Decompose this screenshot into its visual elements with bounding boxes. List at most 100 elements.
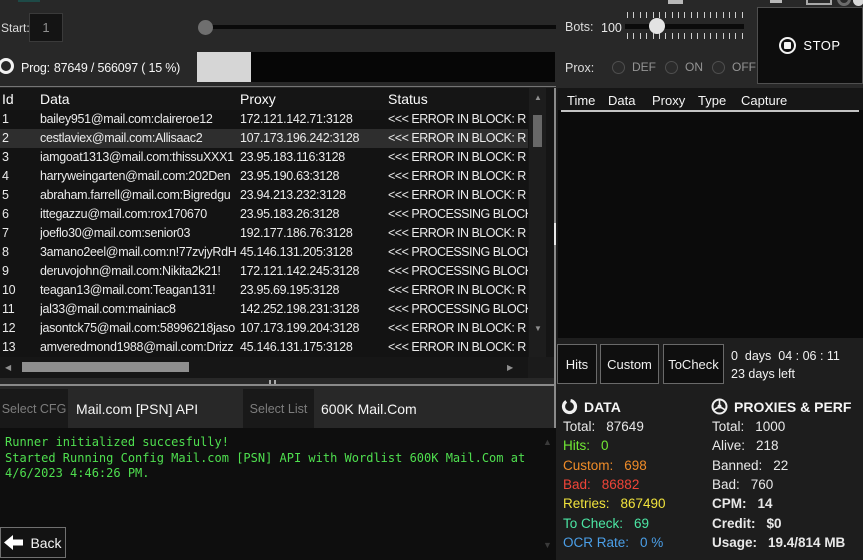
stat-label: Custom: [563,457,614,473]
data-icon [561,398,578,415]
stat-value: 19.4/814 MB [768,534,846,550]
scroll-down-icon[interactable]: ▼ [534,325,542,333]
progress-text: Prog: 87649 / 566097 ( 15 %) [21,61,180,75]
horizontal-scrollbar[interactable]: ◀ ▶ [0,357,528,378]
start-label: Start: [1,21,30,35]
start-slider-thumb[interactable] [198,20,213,35]
hits-panel: Time Data Proxy Type Capture [558,88,863,338]
stat-value: 867490 [620,496,666,512]
cell-status: <<< PROCESSING BLOCK [388,302,528,316]
bots-slider[interactable] [625,24,744,29]
stop-button[interactable]: STOP [757,7,863,84]
tab-tocheck[interactable]: ToCheck [663,344,724,384]
prox-radio-label: ON [685,60,703,74]
log-scroll-down-icon[interactable]: ▼ [543,541,552,550]
table-row[interactable]: 5 abraham.farrell@mail.com:Bigredgu 23.94.… [0,186,528,205]
table-row[interactable]: 1 bailey951@mail.com:claireroe12 172.121.1… [0,110,528,129]
hits-col-proxy: Proxy [652,93,686,108]
stat-label: Usage: [712,534,758,550]
tab-custom[interactable]: Custom [600,344,659,384]
tab-hits[interactable]: Hits [557,344,597,384]
scroll-left-icon[interactable]: ◀ [5,364,11,372]
horizontal-splitter[interactable] [0,384,556,386]
progress-radio[interactable] [0,58,14,74]
cell-proxy: 23.95.183.116:3128 [240,150,345,164]
cell-id: 3 [2,150,9,164]
cell-data: teagan13@mail.com:Teagan131! [40,283,216,297]
bots-slider-ticks [627,12,743,18]
minimize-icon[interactable] [668,0,683,4]
cell-status: <<< PROCESSING BLOCK [388,245,528,259]
prox-radio-label: DEF [632,60,656,74]
back-button[interactable]: Back [0,527,66,558]
stat-label: Hits: [563,438,590,454]
cell-data: amveredmond1988@mail.com:Drizz [40,340,234,354]
cell-data: bailey951@mail.com:claireroe12 [40,112,213,126]
table-row[interactable]: 3 iamgoat1313@mail.com:thissuXXX1 23.95.18… [0,148,528,167]
cell-proxy: 45.146.131.175:3128 [240,340,353,354]
prox-radio-off[interactable] [712,60,725,74]
back-label: Back [30,534,62,551]
stat-label: OCR Rate: [563,534,630,550]
table-row[interactable]: 13 amveredmond1988@mail.com:Drizz 45.146.1… [0,338,528,357]
scroll-up-icon[interactable]: ▲ [534,94,542,102]
log-console: Runner initialized succesfully! Started R… [0,428,557,560]
table-row[interactable]: 10 teagan13@mail.com:Teagan131! 23.95.69.1… [0,281,528,300]
vertical-scrollbar[interactable]: ▲ ▼ [529,88,546,357]
bots-slider-thumb[interactable] [649,18,665,34]
prox-radio-def[interactable] [612,60,625,74]
cell-data: deruvojohn@mail.com:Nikita2k21! [40,264,221,278]
titlebar-icon-fragment[interactable] [770,0,782,3]
cell-id: 1 [2,112,9,126]
select-cfg-button[interactable]: Select CFG [0,389,68,428]
maximize-icon[interactable] [806,0,832,5]
hits-panel-header-underline [561,110,859,112]
table-row[interactable]: 4 harryweingarten@mail.com:202Den 23.95.19… [0,167,528,186]
horizontal-scrollbar-thumb[interactable] [22,362,189,372]
stat-value: 14 [757,496,773,512]
cell-id: 6 [2,207,9,221]
table-row[interactable]: 12 jasontck75@mail.com:58996218jaso 107.17… [0,319,528,338]
cell-proxy: 45.146.131.205:3128 [240,245,353,259]
timer-elapsed: 0 days 04 : 06 : 11 [731,349,840,363]
data-stats-title: DATA [584,398,621,415]
prox-radio-on[interactable] [665,60,678,74]
scroll-right-icon[interactable]: ▶ [507,364,513,372]
log-line: 4/6/2023 4:46:26 PM. [5,466,150,480]
cell-data: joeflo30@mail.com:senior03 [40,226,191,240]
stat-value: 698 [624,457,647,473]
table-row[interactable]: 6 ittegazzu@mail.com:rox170670 23.95.183.2… [0,205,528,224]
horizontal-splitter-grip[interactable] [269,380,279,384]
start-slider[interactable] [200,25,556,29]
stat-value: 87649 [606,419,644,435]
cell-data: iamgoat1313@mail.com:thissuXXX1 [40,150,234,164]
list-name: 600K Mail.Com [321,401,417,417]
select-list-button[interactable]: Select List [243,389,314,428]
cell-data: abraham.farrell@mail.com:Bigredgu [40,188,231,202]
table-row[interactable]: 11 jal33@mail.com:mainiac8 142.252.198.231… [0,300,528,319]
stat-row: Custom: 698 [563,456,666,475]
stat-row: Usage: 19.4/814 MB [712,533,845,552]
search-icon[interactable] [837,0,851,6]
cell-id: 10 [2,283,16,297]
log-scroll-up-icon[interactable]: ▲ [543,438,552,447]
cell-proxy: 172.121.142.71:3128 [240,112,353,126]
hits-col-time: Time [567,93,596,108]
cell-id: 2 [2,131,9,145]
stat-row: Bad: 86882 [563,475,666,494]
table-row[interactable]: 9 deruvojohn@mail.com:Nikita2k21! 172.121.… [0,262,528,281]
cell-data: harryweingarten@mail.com:202Den [40,169,231,183]
log-line: Started Running Config Mail.com [PSN] AP… [5,450,526,465]
col-status: Status [388,91,428,107]
vertical-scrollbar-thumb[interactable] [533,115,542,147]
stat-row: Bad: 760 [712,475,845,494]
start-input[interactable]: 1 [29,13,63,42]
cell-status: <<< ERROR IN BLOCK: R [388,321,526,335]
table-row[interactable]: 2 cestlaviex@mail.com:Allisaac2 107.173.19… [0,129,528,148]
table-row[interactable]: 7 joeflo30@mail.com:senior03 192.177.186.7… [0,224,528,243]
table-row[interactable]: 8 3amano2eel@mail.com:n!77zvjyRdH 45.146.1… [0,243,528,262]
proxies-icon [711,398,728,415]
close-icon[interactable] [853,0,863,6]
stat-label: Retries: [563,496,610,512]
cell-proxy: 23.94.213.232:3128 [240,188,346,202]
